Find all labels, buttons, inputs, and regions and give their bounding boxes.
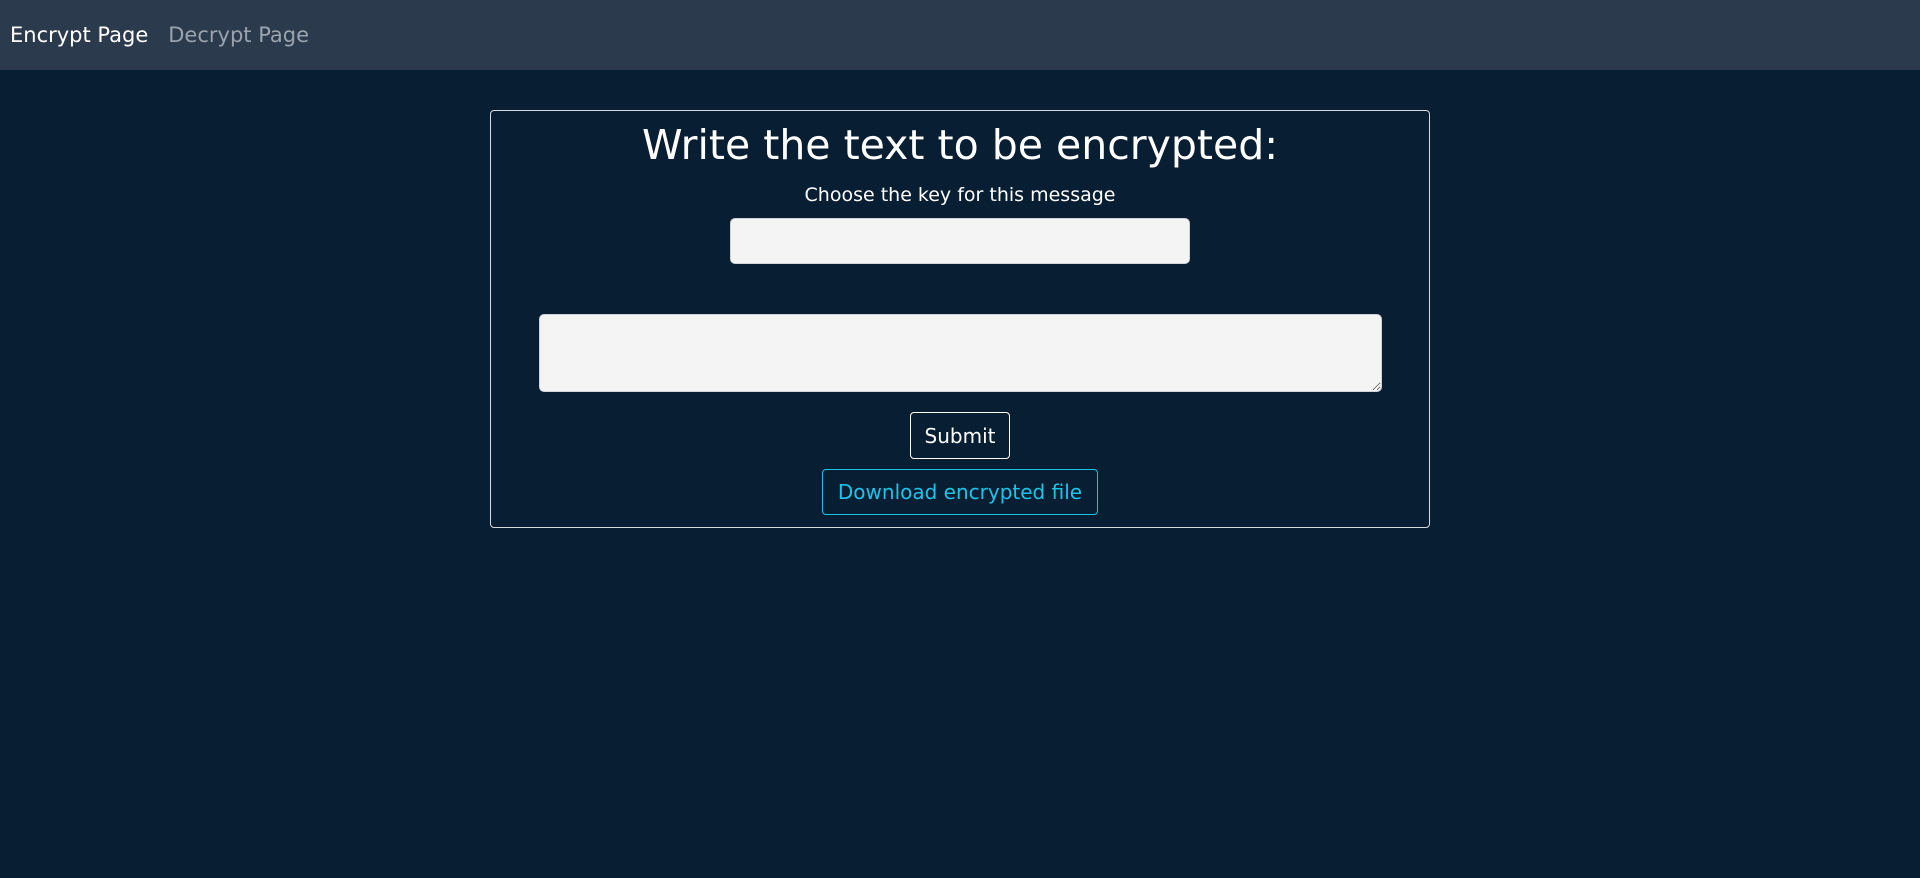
top-navbar: Encrypt Page Decrypt Page (0, 0, 1920, 70)
download-encrypted-file-button[interactable]: Download encrypted file (821, 469, 1099, 516)
encrypt-form-card: Write the text to be encrypted: Choose t… (490, 110, 1430, 528)
message-textarea[interactable] (538, 314, 1382, 393)
nav-decrypt-page-link[interactable]: Decrypt Page (168, 19, 309, 51)
nav-encrypt-page-link[interactable]: Encrypt Page (10, 19, 148, 51)
page-title: Write the text to be encrypted: (641, 121, 1279, 169)
submit-button[interactable]: Submit (909, 412, 1011, 460)
key-input[interactable] (730, 218, 1190, 265)
key-label: Choose the key for this message (804, 184, 1116, 207)
